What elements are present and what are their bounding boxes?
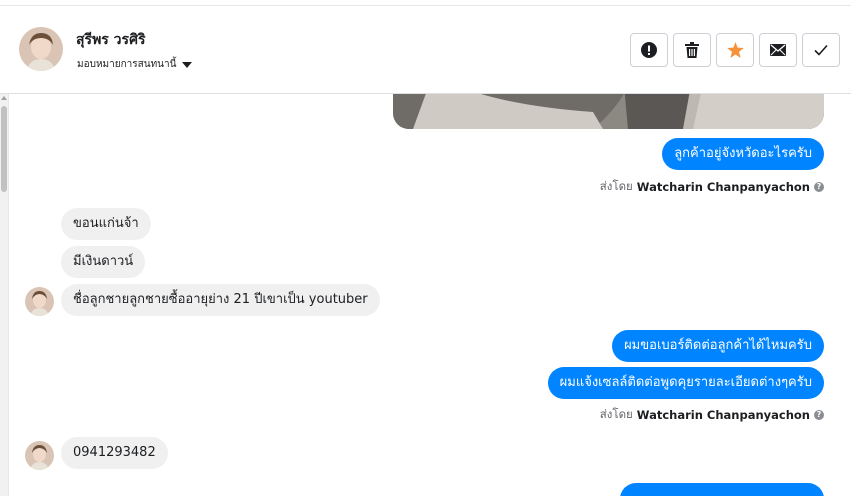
- contact-avatar-small[interactable]: [25, 441, 54, 470]
- contact-name: สุรีพร วรศิริ: [76, 32, 146, 48]
- scroll-up-arrow-icon[interactable]: [1, 96, 7, 100]
- outgoing-message[interactable]: ผมขอเบอร์ติดต่อลูกค้าได้ไหมครับ: [612, 330, 824, 362]
- check-icon: [814, 44, 828, 56]
- star-icon: [726, 42, 744, 58]
- star-button[interactable]: [716, 33, 754, 67]
- outgoing-message-partial[interactable]: [620, 483, 824, 496]
- sent-by-prefix: ส่งโดย: [599, 407, 633, 421]
- sent-by-agent[interactable]: Watcharin Chanpanyachon: [637, 408, 810, 422]
- sent-by-agent[interactable]: Watcharin Chanpanyachon: [637, 180, 810, 194]
- assign-conversation-dropdown[interactable]: มอบหมายการสนทนานี้: [77, 57, 193, 72]
- outgoing-message[interactable]: ผมแจ้งเซลล์ติดต่อพูดคุยรายละเอียดต่างๆคร…: [547, 367, 824, 399]
- caret-down-icon: [182, 61, 193, 68]
- sent-by-label: ส่งโดย Watcharin Chanpanyachon ?: [600, 178, 824, 196]
- info-icon[interactable]: ?: [814, 182, 824, 192]
- sent-by-label: ส่งโดย Watcharin Chanpanyachon ?: [600, 406, 824, 424]
- window-top-edge: [0, 0, 851, 6]
- left-panel-scrollbar[interactable]: [0, 94, 9, 496]
- mark-done-button[interactable]: [802, 33, 840, 67]
- envelope-icon: [770, 44, 786, 56]
- message-thread[interactable]: ลูกค้าอยู่จังหวัดอะไรครับ ส่งโดย Watchar…: [9, 94, 851, 496]
- spam-button[interactable]: [630, 33, 668, 67]
- sent-by-prefix: ส่งโดย: [599, 179, 633, 193]
- info-icon[interactable]: ?: [814, 410, 824, 420]
- alert-icon: [641, 42, 657, 58]
- incoming-message[interactable]: 0941293482: [61, 437, 168, 469]
- contact-avatar-small[interactable]: [25, 287, 54, 316]
- outgoing-message[interactable]: ลูกค้าอยู่จังหวัดอะไรครับ: [662, 138, 824, 170]
- incoming-message[interactable]: ขอนแก่นจ้า: [61, 208, 151, 240]
- shared-photo-attachment[interactable]: [393, 94, 824, 129]
- conversation-header: สุรีพร วรศิริ มอบหมายการสนทนานี้: [0, 7, 851, 94]
- incoming-message[interactable]: ชื่อลูกชายลูกชายซื้ออายุย่าง 21 ปีเขาเป็…: [61, 284, 380, 316]
- scrollbar-thumb[interactable]: [1, 106, 7, 192]
- trash-icon: [685, 42, 699, 58]
- incoming-message[interactable]: มีเงินดาวน์: [61, 246, 146, 278]
- assign-conversation-label: มอบหมายการสนทนานี้: [77, 59, 177, 70]
- contact-avatar[interactable]: [19, 27, 63, 71]
- conversation-actions: [630, 33, 840, 67]
- mark-unread-button[interactable]: [759, 33, 797, 67]
- delete-button[interactable]: [673, 33, 711, 67]
